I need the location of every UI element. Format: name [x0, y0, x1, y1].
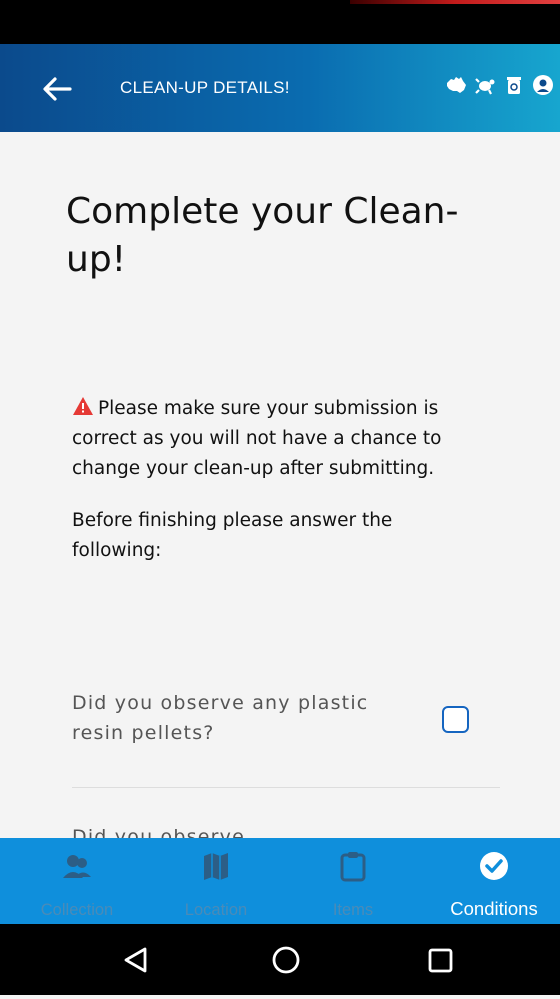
person-icon: [532, 74, 554, 96]
instruction-text: Before finishing please answer the follo…: [72, 510, 393, 561]
tab-label: Location: [184, 901, 248, 919]
warning-message: Please make sure your submission is corr…: [72, 394, 492, 484]
bottom-tab-bar: Collection Location Items Conditions: [0, 838, 560, 924]
status-bar: [0, 0, 560, 44]
back-arrow-icon[interactable]: [40, 74, 74, 104]
turtle-icon: [474, 74, 496, 96]
tab-label: Conditions: [450, 898, 538, 919]
brand-icons: [445, 74, 554, 96]
australia-icon: [445, 74, 467, 96]
check-circle-icon: [478, 850, 510, 882]
page-title: Complete your Clean-up!: [66, 191, 459, 280]
tab-location[interactable]: Location: [154, 838, 278, 924]
clipboard-icon: [337, 850, 369, 882]
question-row: Did you observe any plastic resin pellet…: [72, 688, 500, 788]
resin-pellets-checkbox[interactable]: [442, 706, 469, 733]
tab-collection[interactable]: Collection: [0, 838, 154, 924]
warning-text: Please make sure your submission is corr…: [72, 398, 442, 479]
content-area: Complete your Clean-up! Please make sure…: [0, 132, 560, 838]
warning-icon: [73, 397, 93, 415]
tab-label: Items: [332, 901, 374, 919]
tab-label: Collection: [40, 901, 114, 919]
android-nav-bar: [0, 924, 560, 995]
nav-back-icon[interactable]: [96, 924, 176, 995]
tab-items[interactable]: Items: [278, 838, 428, 924]
question-label: Did you observe any plastic resin pellet…: [72, 692, 369, 744]
next-question-label: Did you observe...: [72, 826, 267, 838]
app-title: CLEAN-UP DETAILS!: [120, 78, 290, 97]
app-bar: CLEAN-UP DETAILS!: [0, 44, 560, 132]
people-icon: [61, 850, 93, 882]
nav-recents-icon[interactable]: [400, 924, 480, 995]
recycle-bin-icon: [503, 74, 525, 96]
map-icon: [200, 850, 232, 882]
divider: [72, 787, 500, 788]
nav-home-icon[interactable]: [246, 924, 326, 995]
tab-conditions[interactable]: Conditions: [428, 838, 560, 924]
status-accent-bar: [350, 0, 560, 4]
